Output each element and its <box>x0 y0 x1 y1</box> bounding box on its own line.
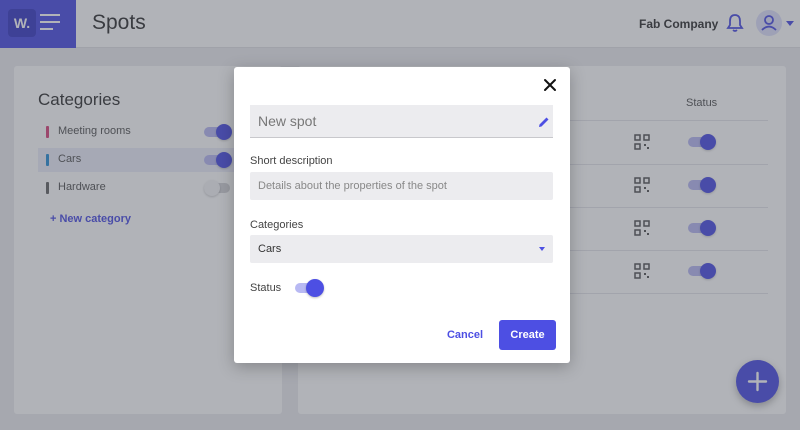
description-field[interactable] <box>250 172 553 200</box>
categories-select[interactable]: Cars <box>250 235 553 263</box>
categories-field-label: Categories <box>250 219 304 231</box>
pencil-icon <box>538 115 550 127</box>
close-icon[interactable] <box>543 78 557 92</box>
categories-select-value: Cars <box>258 243 282 255</box>
status-label: Status <box>250 282 282 294</box>
description-label: Short description <box>250 155 333 167</box>
cancel-button[interactable]: Cancel <box>441 320 489 350</box>
description-input[interactable] <box>250 172 553 200</box>
spot-name-field[interactable] <box>250 105 553 138</box>
status-toggle[interactable] <box>295 279 324 297</box>
create-button[interactable]: Create <box>499 320 556 350</box>
spot-name-input[interactable] <box>250 105 520 137</box>
new-spot-dialog: Short description Categories Cars Status… <box>234 67 570 363</box>
chevron-down-icon <box>539 247 545 251</box>
